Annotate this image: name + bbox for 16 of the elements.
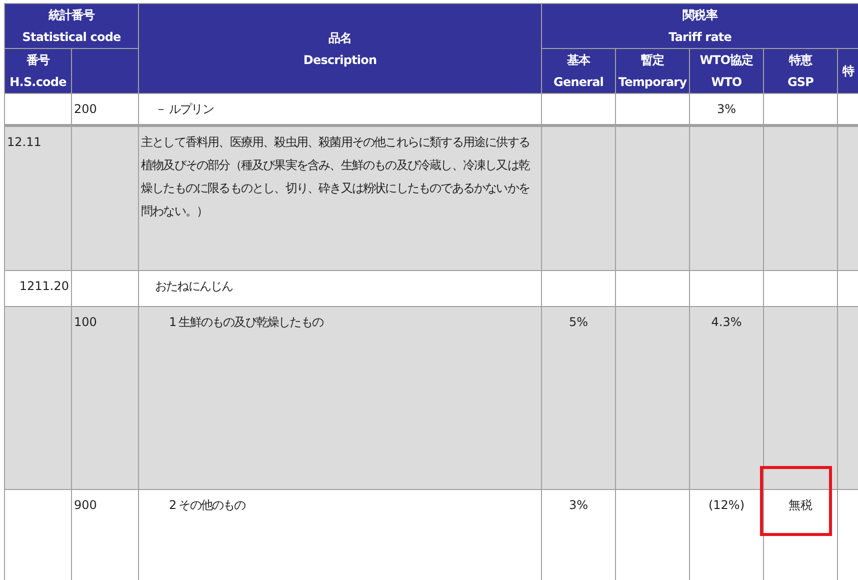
hs-code-cell: 12.11 [4,126,72,270]
rate-column-header: 特 [838,48,858,94]
sub-code-cell: 100 [72,306,139,490]
rate-column-header: 特恵 GSP [764,48,838,94]
rate-cell: 5% [542,306,616,490]
description-header: 品名 Description [138,4,542,94]
rate-cell: 4.3% [690,306,764,490]
statistical-code-header: 統計番号 Statistical code [4,4,139,48]
description-cell: 1 生鮮のもの及び乾燥したもの [138,306,542,490]
rate-column-header: WTO協定 WTO [690,48,764,94]
rate-column-header: 基本 General [542,48,616,94]
description-cell: 主として香料用、医療用、殺虫用、殺菌用その他これらに類する用途に供する植物及びその部分（種及び果実を含み、生鮮のもの及び冷蔵し、冷凍し又は乾燥したものに限るものとし、切り、砕き又は粉状にしたものであるかないかを問わない。） [138,126,542,270]
tariff-rate-header: 関税率 Tariff rate [542,4,858,48]
sub-code-cell: 900 [72,490,139,580]
rate-column-header: 暫定 Temporary [616,48,690,94]
hs-code-header: 番号 H.S.code [4,48,72,94]
